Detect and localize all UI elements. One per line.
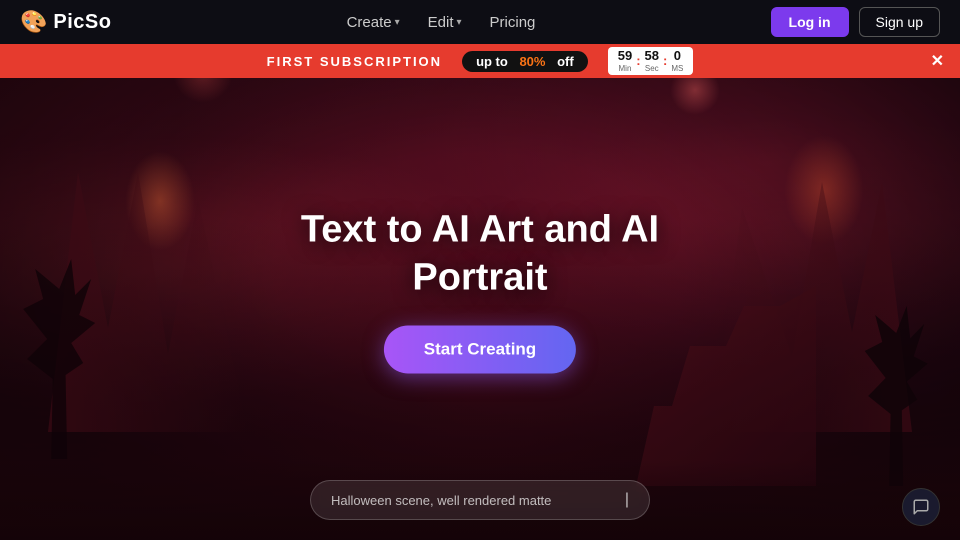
- promo-timer: 59 Min : 58 Sec : 0 MS: [608, 47, 694, 74]
- promo-badge-suffix: off: [557, 54, 574, 69]
- login-button[interactable]: Log in: [771, 7, 849, 37]
- hero-title: Text to AI Art and AI Portrait: [301, 207, 659, 302]
- hero-title-line1: Text to AI Art and AI: [301, 209, 659, 251]
- timer-ms: 0 MS: [671, 49, 683, 72]
- prompt-text: Halloween scene, well rendered matte: [331, 493, 617, 508]
- prompt-cursor: |: [625, 491, 629, 509]
- chat-icon: [912, 498, 930, 516]
- hero-content: Text to AI Art and AI Portrait Start Cre…: [301, 207, 659, 374]
- promo-badge-prefix: up to: [476, 54, 508, 69]
- nav-create[interactable]: Create ▾: [347, 14, 400, 31]
- logo-text[interactable]: PicSo: [53, 11, 111, 34]
- timer-seconds-label: Sec: [645, 64, 659, 73]
- timer-sep1: :: [636, 53, 640, 68]
- timer-minutes: 59 Min: [618, 49, 632, 72]
- navbar-logo-area: 🎨 PicSo: [20, 9, 111, 35]
- chat-button[interactable]: [902, 488, 940, 526]
- timer-minutes-value: 59: [618, 49, 632, 63]
- nav-edit[interactable]: Edit ▾: [428, 14, 462, 31]
- nav-edit-label: Edit: [428, 14, 454, 31]
- signup-button[interactable]: Sign up: [859, 7, 940, 37]
- nav-create-chevron: ▾: [395, 17, 400, 28]
- navbar-nav: Create ▾ Edit ▾ Pricing: [347, 14, 536, 31]
- prompt-bar[interactable]: Halloween scene, well rendered matte |: [310, 480, 650, 520]
- promo-text: FIRST SUBSCRIPTION: [267, 54, 442, 69]
- promo-banner: FIRST SUBSCRIPTION up to 80% off 59 Min …: [0, 44, 960, 78]
- start-creating-button[interactable]: Start Creating: [384, 326, 576, 374]
- timer-seconds: 58 Sec: [645, 49, 659, 72]
- hero-title-line2: Portrait: [412, 256, 547, 298]
- navbar: 🎨 PicSo Create ▾ Edit ▾ Pricing Log in S…: [0, 0, 960, 44]
- timer-ms-value: 0: [674, 49, 681, 63]
- promo-badge-value: 80%: [519, 54, 545, 69]
- nav-pricing[interactable]: Pricing: [490, 14, 536, 31]
- nav-pricing-label: Pricing: [490, 14, 536, 31]
- nav-edit-chevron: ▾: [457, 17, 462, 28]
- nav-create-label: Create: [347, 14, 392, 31]
- timer-sep2: :: [663, 53, 667, 68]
- promo-badge: up to 80% off: [462, 51, 588, 72]
- promo-close-button[interactable]: ✕: [931, 51, 944, 71]
- logo-icon: 🎨: [20, 9, 47, 35]
- timer-ms-label: MS: [671, 64, 683, 73]
- timer-minutes-label: Min: [619, 64, 632, 73]
- timer-seconds-value: 58: [645, 49, 659, 63]
- navbar-auth: Log in Sign up: [771, 7, 940, 37]
